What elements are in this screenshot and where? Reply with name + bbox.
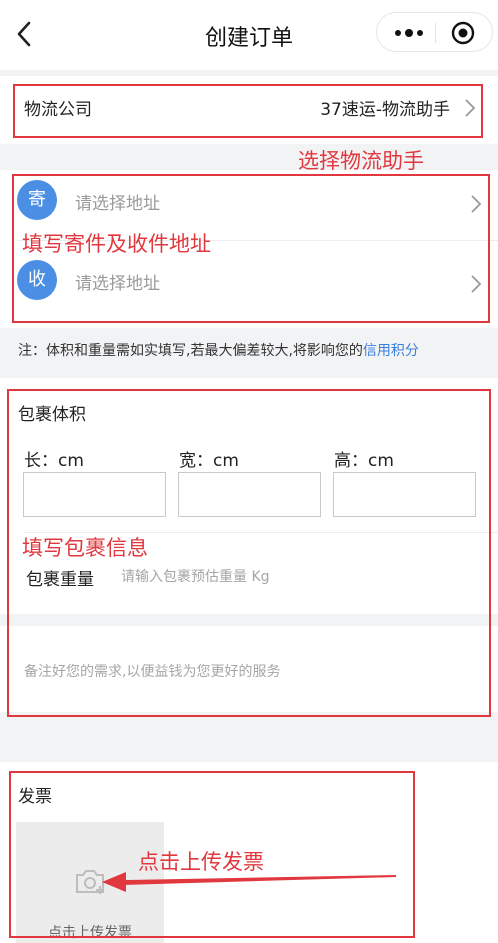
length-input[interactable] [23,472,166,517]
target-circle-icon[interactable] [451,21,475,45]
height-label: 高：cm [334,451,394,471]
weight-label: 包裹重量 [26,570,94,590]
chevron-right-icon [465,99,476,117]
more-dots-icon[interactable] [391,24,427,42]
note-text: 注：体积和重量需如实填写,若最大偏差较大,将影响您的 [18,343,363,359]
receiver-address-selector[interactable]: 请选择地址 [75,269,160,294]
width-input[interactable] [178,472,321,517]
credit-score-link[interactable]: 信用积分 [363,343,419,359]
logistics-panel[interactable]: 物流公司 37速运-物流助手 [0,76,498,144]
package-volume-title: 包裹体积 [18,405,86,425]
remark-input[interactable]: 备注好您的需求,以便益钱为您更好的服务 [24,661,280,681]
mini-program-capsule [376,12,493,52]
receiver-icon: 收 [17,260,57,300]
logistics-label: 物流公司 [24,100,92,120]
annotation-invoice: 点击上传发票 [138,850,264,874]
annotation-package: 填写包裹信息 [22,536,148,560]
invoice-title: 发票 [18,787,52,807]
length-label: 长：cm [24,451,84,471]
credit-note: 注：体积和重量需如实填写,若最大偏差较大,将影响您的信用积分 [18,340,419,360]
invoice-upload-button[interactable]: 点击上传发票 [16,822,164,943]
chevron-right-icon [471,195,482,213]
package-panel: 包裹体积 长：cm 宽：cm 高：cm 包裹重量 请输入包裹预估重量 Kg [0,378,498,614]
chevron-right-icon [471,275,482,293]
remark-panel: 备注好您的需求,以便益钱为您更好的服务 [0,626,498,712]
camera-plus-icon [76,870,104,894]
height-input[interactable] [333,472,476,517]
width-label: 宽：cm [179,451,239,471]
capsule-divider [435,23,436,43]
chevron-left-icon[interactable] [10,16,40,52]
logistics-value: 37速运-物流助手 [320,100,450,120]
annotation-address: 填写寄件及收件地址 [22,232,211,256]
nav-bar: 创建订单 [0,0,498,70]
weight-input[interactable]: 请输入包裹预估重量 Kg [121,566,270,586]
sender-icon: 寄 [17,180,57,220]
upload-label: 点击上传发票 [48,925,132,941]
sender-address-selector[interactable]: 请选择地址 [75,189,160,214]
